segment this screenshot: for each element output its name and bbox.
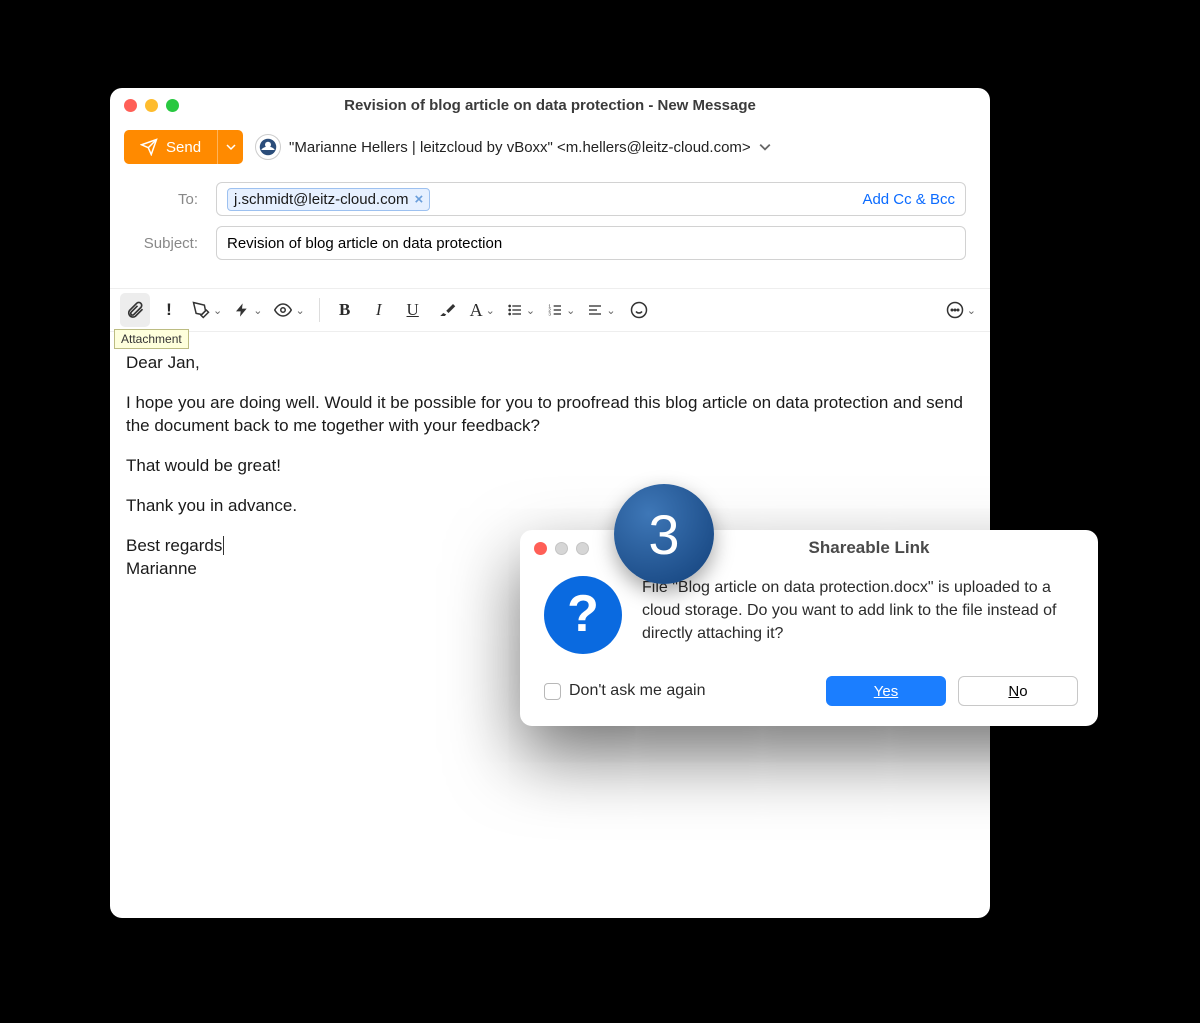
close-icon[interactable] xyxy=(124,99,137,112)
chevron-down-icon: ⌄ xyxy=(295,304,304,317)
window-controls xyxy=(124,99,179,112)
bold-button[interactable]: B xyxy=(330,293,360,327)
subject-row: Subject: xyxy=(134,226,966,260)
list-number-icon: 123 xyxy=(547,302,563,318)
number-list-button[interactable]: 123 ⌄ xyxy=(543,293,579,327)
font-color-button[interactable]: A ⌄ xyxy=(466,293,499,327)
compose-window: Revision of blog article on data protect… xyxy=(110,88,990,918)
yes-button[interactable]: Yes xyxy=(826,676,946,706)
to-row: To: j.schmidt@leitz-cloud.com × Add Cc &… xyxy=(134,182,966,216)
highlighter-icon xyxy=(192,301,210,319)
question-icon: ? xyxy=(544,576,622,654)
chevron-down-icon: ⌄ xyxy=(526,304,535,317)
recipient-chip[interactable]: j.schmidt@leitz-cloud.com × xyxy=(227,188,430,211)
maximize-icon[interactable] xyxy=(166,99,179,112)
list-bullet-icon xyxy=(507,302,523,318)
body-line: Dear Jan, xyxy=(126,352,974,375)
send-button-group: Send xyxy=(124,130,243,164)
recipient-email: j.schmidt@leitz-cloud.com xyxy=(234,191,408,208)
chevron-down-icon: ⌄ xyxy=(253,304,262,317)
send-label: Send xyxy=(166,139,201,156)
window-title: Revision of blog article on data protect… xyxy=(110,97,990,114)
body-line: I hope you are doing well. Would it be p… xyxy=(126,392,974,438)
priority-button[interactable]: ! xyxy=(154,293,184,327)
remove-recipient-icon[interactable]: × xyxy=(414,191,423,208)
align-button[interactable]: ⌄ xyxy=(583,293,619,327)
dialog-titlebar: Shareable Link xyxy=(520,530,1098,566)
chevron-down-icon: ⌄ xyxy=(566,304,575,317)
dont-ask-label: Don't ask me again xyxy=(569,682,705,700)
from-selector[interactable]: "Marianne Hellers | leitzcloud by vBoxx"… xyxy=(255,134,771,160)
send-button[interactable]: Send xyxy=(124,130,217,164)
chevron-down-icon xyxy=(226,142,236,152)
send-options-button[interactable] xyxy=(217,130,243,164)
from-display: "Marianne Hellers | leitzcloud by vBoxx"… xyxy=(289,139,751,156)
paperclip-icon xyxy=(125,300,145,320)
add-cc-bcc-link[interactable]: Add Cc & Bcc xyxy=(862,191,955,208)
quickaction-button[interactable]: ⌄ xyxy=(230,293,266,327)
more-options-button[interactable]: ⌄ xyxy=(942,293,980,327)
dont-ask-checkbox[interactable]: Don't ask me again xyxy=(544,682,814,700)
bullet-list-button[interactable]: ⌄ xyxy=(503,293,539,327)
align-icon xyxy=(587,302,603,318)
no-button[interactable]: No xyxy=(958,676,1078,706)
dialog-window-controls xyxy=(534,542,589,555)
attachment-tooltip: Attachment xyxy=(114,329,189,349)
brush-icon xyxy=(438,301,456,319)
to-label: To: xyxy=(134,191,216,208)
main-toolbar: Send "Marianne Hellers | leitzcloud by v… xyxy=(110,122,990,178)
send-icon xyxy=(140,138,158,156)
dialog-message: File "Blog article on data protection.do… xyxy=(642,576,1074,654)
checkbox-icon[interactable] xyxy=(544,683,561,700)
attachment-button[interactable]: Attachment xyxy=(120,293,150,327)
dialog-footer: Don't ask me again Yes No xyxy=(520,662,1098,726)
italic-button[interactable]: I xyxy=(364,293,394,327)
separator xyxy=(319,298,320,322)
chevron-down-icon: ⌄ xyxy=(606,304,615,317)
minimize-icon xyxy=(555,542,568,555)
emoji-icon xyxy=(630,301,648,319)
dialog-title: Shareable Link xyxy=(520,538,1098,558)
to-input[interactable]: j.schmidt@leitz-cloud.com × Add Cc & Bcc xyxy=(216,182,966,216)
format-toolbar: Attachment ! ⌄ ⌄ ⌄ B I U A ⌄ ⌄ 1 xyxy=(110,288,990,332)
underline-button[interactable]: U xyxy=(398,293,428,327)
subject-input[interactable] xyxy=(216,226,966,260)
chevron-down-icon xyxy=(759,141,771,153)
lightning-icon xyxy=(234,302,250,318)
visibility-button[interactable]: ⌄ xyxy=(270,293,308,327)
close-icon[interactable] xyxy=(534,542,547,555)
more-icon xyxy=(946,301,964,319)
eye-icon xyxy=(274,301,292,319)
dialog-body: ? File "Blog article on data protection.… xyxy=(520,566,1098,662)
address-area: To: j.schmidt@leitz-cloud.com × Add Cc &… xyxy=(110,178,990,278)
body-line: That would be great! xyxy=(126,455,974,478)
body-line: Thank you in advance. xyxy=(126,495,974,518)
minimize-icon[interactable] xyxy=(145,99,158,112)
shareable-link-dialog: Shareable Link ? File "Blog article on d… xyxy=(520,530,1098,726)
step-badge: 3 xyxy=(614,484,714,584)
chevron-down-icon: ⌄ xyxy=(967,304,976,317)
emoji-button[interactable] xyxy=(624,293,654,327)
titlebar: Revision of blog article on data protect… xyxy=(110,88,990,122)
clear-format-button[interactable] xyxy=(432,293,462,327)
svg-text:3: 3 xyxy=(548,311,551,316)
highlight-button[interactable]: ⌄ xyxy=(188,293,226,327)
maximize-icon xyxy=(576,542,589,555)
subject-label: Subject: xyxy=(134,235,216,252)
avatar xyxy=(255,134,281,160)
chevron-down-icon: ⌄ xyxy=(486,304,495,317)
chevron-down-icon: ⌄ xyxy=(213,304,222,317)
